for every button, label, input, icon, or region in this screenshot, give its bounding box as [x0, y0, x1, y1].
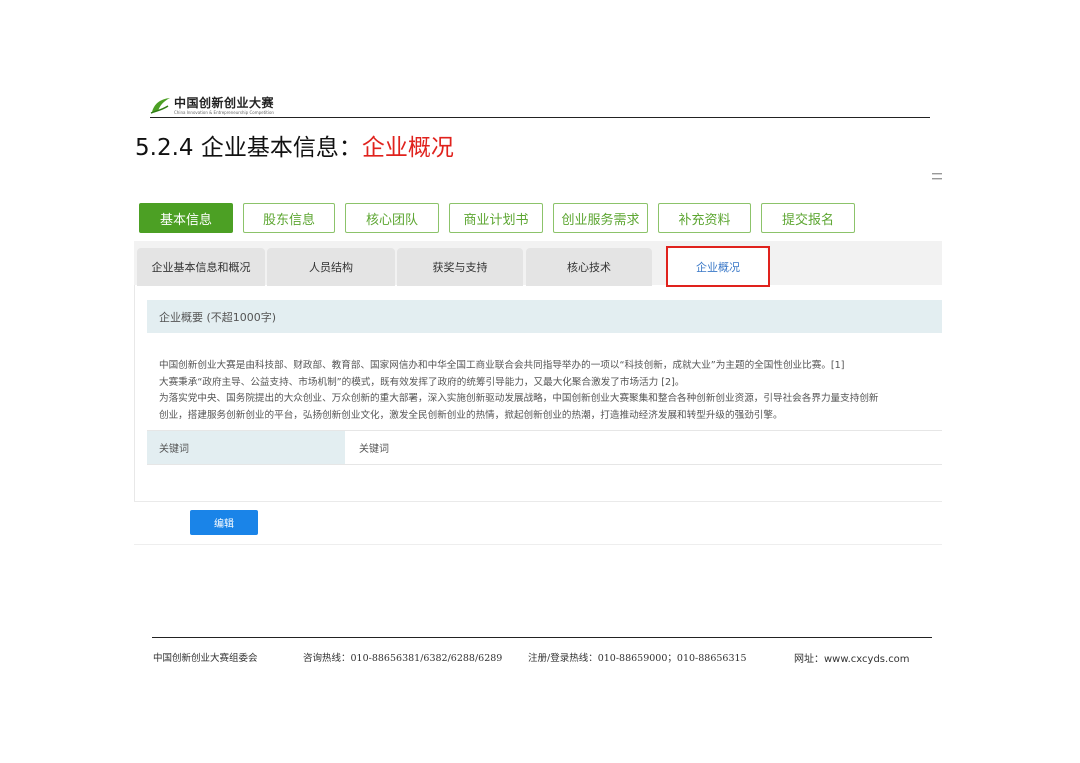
footer-register-hotline: 注册/登录热线：010-88659000；010-88656315 [528, 653, 747, 664]
description-line: 创业，搭建服务创新创业的平台，弘扬创新创业文化，激发全民创新创业的热情，掀起创新… [159, 409, 783, 421]
tab-shareholder-info[interactable]: 股东信息 [243, 203, 335, 233]
logo-leaf-icon [150, 96, 172, 114]
tab-business-plan[interactable]: 商业计划书 [449, 203, 543, 233]
footer-hotline: 咨询热线：010-88656381/6382/6288/6289 [303, 653, 503, 664]
tab-service-needs[interactable]: 创业服务需求 [553, 203, 648, 233]
tab-submit[interactable]: 提交报名 [761, 203, 855, 233]
hamburger-icon[interactable] [932, 168, 942, 184]
tab-core-team[interactable]: 核心团队 [345, 203, 439, 233]
subtab-staff-structure[interactable]: 人员结构 [267, 248, 395, 286]
heading-highlight: 企业概况 [361, 135, 454, 161]
description-line: 中国创新创业大赛是由科技部、财政部、教育部、国家网信办和中华全国工商业联合会共同… [159, 360, 845, 371]
footer-divider [152, 637, 932, 638]
panel-divider [134, 501, 942, 502]
subtab-awards-support[interactable]: 获奖与支持 [397, 248, 523, 286]
subtab-basic-overview[interactable]: 企业基本信息和概况 [137, 248, 265, 286]
section-heading: 5.2.4 企业基本信息：企业概况 [135, 128, 454, 162]
logo-name: 中国创新创业大赛 [174, 96, 275, 110]
main-tab-bar: 基本信息 股东信息 核心团队 商业计划书 创业服务需求 补充资料 提交报名 [139, 203, 865, 233]
keyword-field[interactable]: 关键词 [359, 431, 389, 464]
edit-button[interactable]: 编辑 [190, 510, 258, 535]
footer-website: 网址：www.cxcyds.com [794, 654, 910, 665]
overview-section-title: 企业概要 (不超1000字) [147, 300, 942, 333]
highlight-box [666, 246, 770, 287]
keyword-row: 关键词 关键词 [147, 430, 942, 465]
overview-description[interactable]: 中国创新创业大赛是由科技部、财政部、教育部、国家网信办和中华全国工商业联合会共同… [159, 358, 939, 424]
description-line: 为落实党中央、国务院提出的大众创业、万众创新的重大部署，深入实施创新驱动发展战略… [159, 393, 879, 404]
keyword-label: 关键词 [147, 431, 345, 464]
tab-basic-info[interactable]: 基本信息 [139, 203, 233, 233]
subtab-core-tech[interactable]: 核心技术 [526, 248, 652, 286]
footer-org: 中国创新创业大赛组委会 [153, 653, 258, 664]
heading-prefix: 5.2.4 企业基本信息： [135, 135, 362, 161]
header-divider [150, 117, 930, 118]
logo-subtitle: China Innovation & Entrepreneurship Comp… [174, 110, 274, 115]
tab-supplementary[interactable]: 补充资料 [658, 203, 751, 233]
competition-logo: 中国创新创业大赛 China Innovation & Entrepreneur… [150, 96, 274, 115]
content-bottom-divider [134, 544, 942, 545]
description-line: 大赛秉承“政府主导、公益支持、市场机制”的模式，既有效发挥了政府的统筹引导能力，… [159, 376, 685, 388]
